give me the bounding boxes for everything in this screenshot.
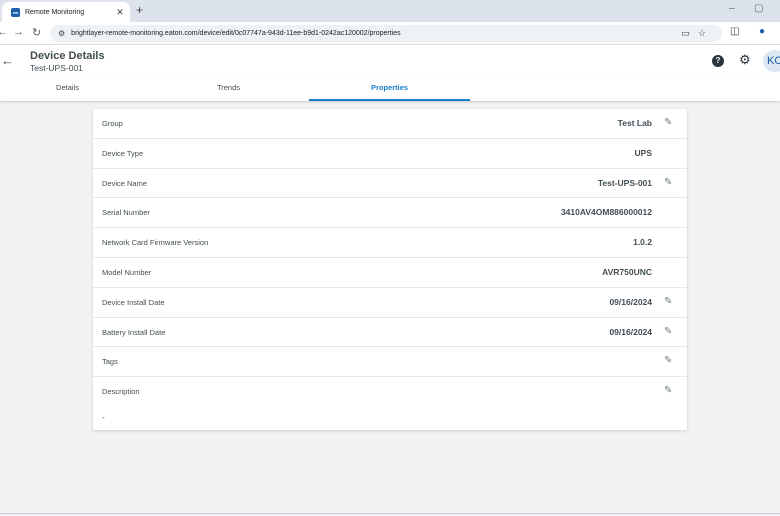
property-label: Device Type [102,148,144,158]
settings-gear-icon[interactable]: ⚙ [739,52,751,68]
browser-forward-icon[interactable]: → [13,26,24,38]
help-icon[interactable]: ? [712,55,724,67]
url-text: brightlayer-remote-monitoring.eaton.com/… [71,30,401,37]
browser-tab[interactable]: em Remote Monitoring ✕ [2,2,130,22]
close-tab-icon[interactable]: ✕ [114,7,126,18]
edit-pencil-icon[interactable]: ✎ [664,117,672,128]
browser-toolbar: ← → ↻ ⚙ brightlayer-remote-monitoring.ea… [0,22,780,45]
maximize-icon[interactable]: ▢ [754,3,763,14]
edit-pencil-icon[interactable]: ✎ [664,326,672,337]
site-info-icon[interactable]: ⚙ [58,29,65,38]
property-row-model-number: Model Number AVR750UNC [93,258,687,288]
property-row-tags: Tags ✎ [93,347,687,378]
edit-pencil-icon[interactable]: ✎ [664,177,672,188]
property-label: Battery Install Date [102,327,166,337]
edit-pencil-icon[interactable]: ✎ [664,385,672,396]
property-row-device-name: Device Name Test-UPS-001 ✎ [93,169,687,199]
property-value: 09/16/2024 [609,296,652,307]
property-value: Test Lab [617,118,652,128]
tab-trends[interactable]: Trends [148,77,309,101]
property-value: AVR750UNC [602,267,652,277]
edit-pencil-icon[interactable]: ✎ [664,296,672,307]
device-tabs: Details Trends Properties [0,77,780,101]
extensions-icon[interactable]: ◫ [730,26,739,37]
address-bar[interactable]: ⚙ brightlayer-remote-monitoring.eaton.co… [50,25,722,42]
property-label: Serial Number [102,208,150,218]
property-label: Description [102,387,140,397]
property-value: 3410AV4OM886000012 [560,207,652,218]
property-value: Test-UPS-001 [597,177,652,188]
page-title: Device Details [30,50,105,62]
device-subtitle: Test-UPS-001 [30,63,83,73]
edit-pencil-icon[interactable]: ✎ [664,355,672,366]
tab-properties[interactable]: Properties [309,77,470,101]
property-row-firmware-version: Network Card Firmware Version 1.0.2 [93,228,687,258]
minimize-icon[interactable]: – [729,3,735,14]
bottom-divider [0,513,780,514]
property-row-device-install-date: Device Install Date 09/16/2024 ✎ [93,288,687,318]
property-label: Group [102,119,123,128]
install-app-icon[interactable]: ▭ [681,28,698,38]
bookmark-star-icon[interactable]: ☆ [698,28,714,38]
properties-card: Group Test Lab ✎ Device Type UPS Device … [93,109,687,430]
profile-icon[interactable]: ● [759,26,765,37]
property-label: Tags [102,357,118,367]
description-value: - [102,413,105,422]
property-label: Model Number [102,268,152,277]
property-row-group: Group Test Lab ✎ [93,109,687,139]
property-value: 09/16/2024 [609,326,652,337]
property-label: Network Card Firmware Version [102,238,209,248]
browser-back-icon[interactable]: ← [0,26,8,38]
property-row-battery-install-date: Battery Install Date 09/16/2024 ✎ [93,318,687,348]
user-avatar[interactable]: KC [763,50,780,72]
tab-details[interactable]: Details [0,77,148,101]
property-row-description: Description ✎ [93,377,687,407]
property-row-serial-number: Serial Number 3410AV4OM886000012 [93,198,687,229]
property-label: Device Name [102,178,148,188]
browser-tab-title: Remote Monitoring [25,8,85,16]
app-header: ← Device Details Test-UPS-001 ? ⚙ KC [0,45,780,77]
new-tab-icon[interactable]: + [136,3,143,17]
reload-icon[interactable]: ↻ [32,26,41,39]
property-value: UPS [634,147,652,158]
browser-tab-strip: em Remote Monitoring ✕ + – ▢ [0,0,780,22]
property-row-device-type: Device Type UPS [93,139,687,169]
eaton-favicon-icon: em [11,7,20,17]
property-label: Device Install Date [102,297,165,307]
back-arrow-icon[interactable]: ← [1,53,14,68]
property-value: 1.0.2 [633,237,652,248]
